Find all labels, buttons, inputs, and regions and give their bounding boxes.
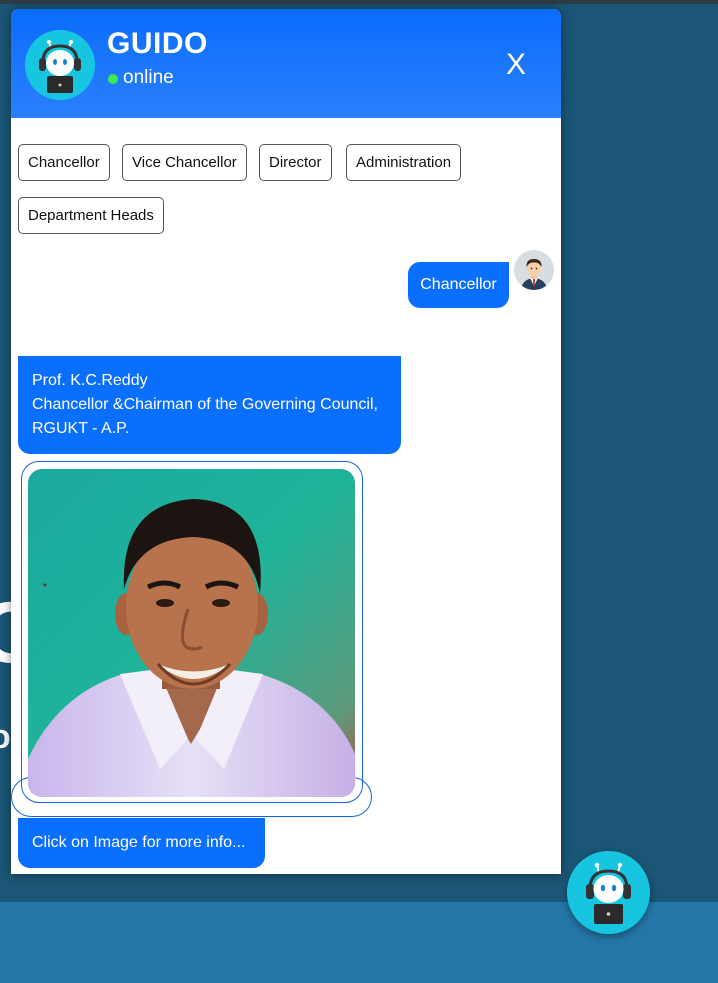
online-status-text: online [123, 67, 174, 88]
online-status-dot [108, 74, 118, 84]
robot-headset-icon [25, 30, 95, 100]
quick-reply-chancellor[interactable]: Chancellor [18, 144, 110, 181]
window-top-strip [0, 0, 718, 4]
chat-title: GUIDO [107, 27, 208, 60]
chat-window: GUIDO online X Chancellor Vice Chancello… [11, 9, 561, 874]
bot-reply-bubble: Prof. K.C.Reddy Chancellor &Chairman of … [18, 356, 401, 454]
quick-reply-administration[interactable]: Administration [346, 144, 462, 181]
bot-reply-role: Chancellor &Chairman of the Governing Co… [32, 396, 378, 413]
quick-reply-department-heads[interactable]: Department Heads [18, 197, 164, 234]
bot-reply-name: Prof. K.C.Reddy [32, 372, 148, 389]
user-avatar-icon [514, 250, 554, 290]
bot-reply-institution: RGUKT - A.P. [32, 420, 130, 437]
quick-reply-vice-chancellor[interactable]: Vice Chancellor [122, 144, 247, 181]
user-message-bubble: Chancellor [408, 262, 509, 308]
image-info-prompt: Click on Image for more info... [18, 818, 265, 868]
chatbot-launcher-button[interactable] [567, 851, 650, 934]
close-button[interactable]: X [501, 47, 531, 83]
chancellor-portrait-image[interactable] [28, 469, 355, 797]
background-subtitle-fragment: o [0, 718, 11, 756]
quick-reply-director[interactable]: Director [259, 144, 332, 181]
chat-header: GUIDO online X [11, 9, 561, 118]
